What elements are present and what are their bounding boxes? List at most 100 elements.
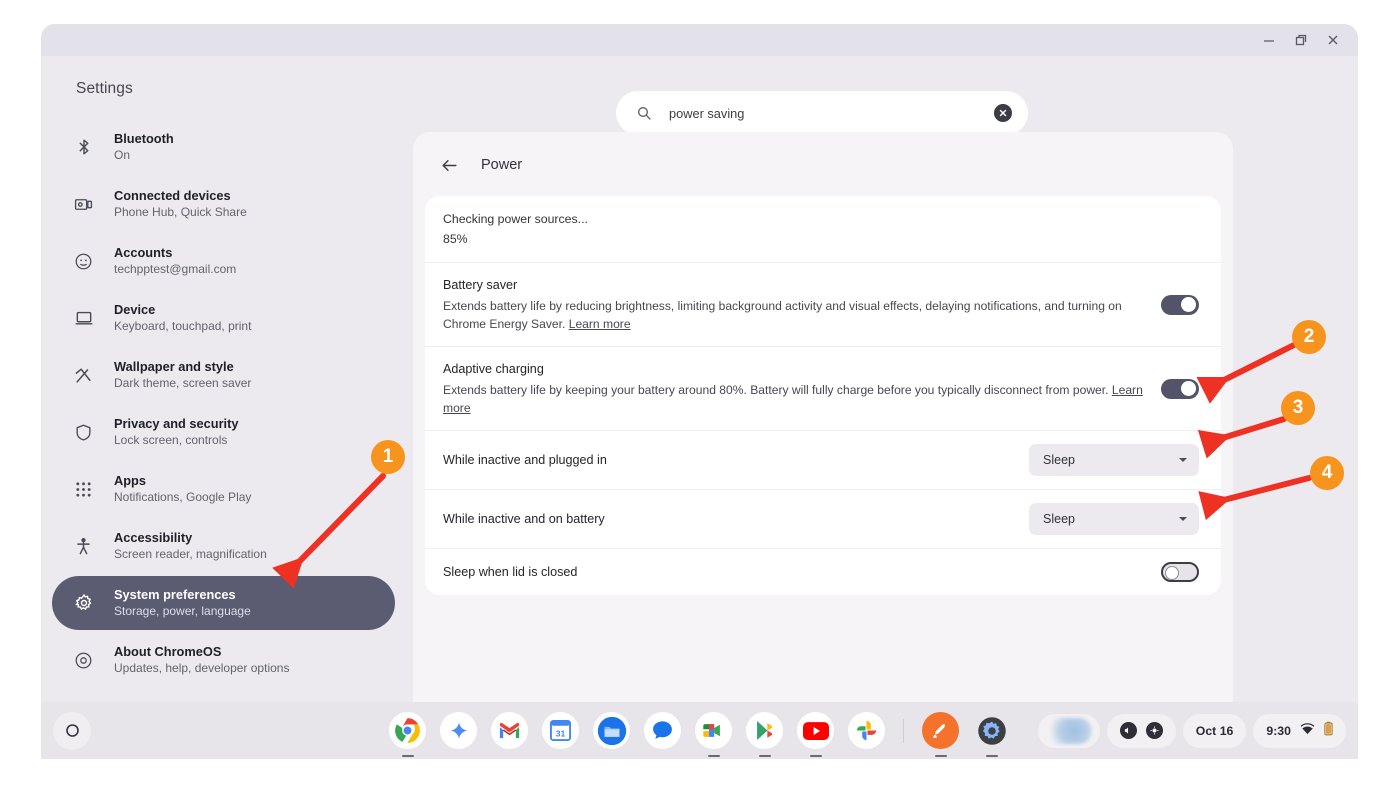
row-sleep-when-lid-closed[interactable]: Sleep when lid is closed — [425, 549, 1221, 595]
inactive-on-battery-title: While inactive and on battery — [443, 510, 1015, 529]
shelf-app-youtube[interactable] — [797, 712, 834, 749]
annotation-arrow-3 — [1204, 415, 1294, 450]
sidebar-item-sub: Updates, help, developer options — [114, 661, 289, 676]
page-header: Power — [413, 132, 1233, 196]
shelf-app-gmail[interactable] — [491, 712, 528, 749]
shelf-app-calendar[interactable]: 31 — [542, 712, 579, 749]
sidebar-item-about-chromeos[interactable]: About ChromeOS Updates, help, developer … — [52, 633, 395, 687]
shelf-app-canvas[interactable] — [922, 712, 959, 749]
shelf-app-play-store[interactable] — [746, 712, 783, 749]
battery-saver-toggle[interactable] — [1161, 295, 1199, 315]
brightness-icon[interactable] — [1146, 722, 1163, 739]
sidebar-item-wallpaper-and-style[interactable]: Wallpaper and style Dark theme, screen s… — [52, 348, 395, 402]
row-battery-saver[interactable]: Battery saver Extends battery life by re… — [425, 263, 1221, 347]
volume-icon[interactable] — [1120, 722, 1137, 739]
sidebar-item-sub: Lock screen, controls — [114, 433, 238, 448]
back-arrow-icon[interactable] — [438, 154, 460, 176]
search-icon — [636, 105, 652, 121]
search-input[interactable] — [669, 106, 977, 121]
search-bar[interactable] — [616, 91, 1028, 135]
restore-button[interactable] — [1286, 27, 1316, 53]
sidebar-item-sub: On — [114, 148, 174, 163]
sidebar-item-connected-devices[interactable]: Connected devices Phone Hub, Quick Share — [52, 177, 395, 231]
inactive-on-battery-value: Sleep — [1043, 512, 1075, 526]
power-settings-card: Checking power sources... 85% Battery sa… — [425, 196, 1221, 595]
laptop-icon — [73, 308, 94, 329]
avatar[interactable] — [1038, 714, 1100, 748]
sleep-when-lid-closed-title: Sleep when lid is closed — [443, 563, 1147, 582]
connected-devices-icon — [73, 194, 94, 215]
shelf-app-files[interactable] — [593, 712, 630, 749]
window-titlebar — [41, 24, 1358, 56]
shelf-app-gemini[interactable] — [440, 712, 477, 749]
account-icon — [73, 251, 94, 272]
bluetooth-icon — [73, 137, 94, 158]
battery-saver-description: Extends battery life by reducing brightn… — [443, 297, 1147, 333]
sidebar-item-privacy-and-security[interactable]: Privacy and security Lock screen, contro… — [52, 405, 395, 459]
shelf-app-settings[interactable] — [973, 712, 1010, 749]
adaptive-charging-description-text: Extends battery life by keeping your bat… — [443, 383, 1109, 397]
sidebar-item-device[interactable]: Device Keyboard, touchpad, print — [52, 291, 395, 345]
power-status-title: Checking power sources... — [443, 209, 1185, 229]
adaptive-charging-title: Adaptive charging — [443, 360, 1147, 379]
sidebar-item-sub: Screen reader, magnification — [114, 547, 267, 562]
annotation-badge-1: 1 — [371, 440, 405, 474]
sleep-when-lid-closed-toggle[interactable] — [1161, 562, 1199, 582]
annotation-badge-3: 3 — [1281, 391, 1315, 425]
adaptive-charging-toggle[interactable] — [1161, 379, 1199, 399]
row-adaptive-charging[interactable]: Adaptive charging Extends battery life b… — [425, 347, 1221, 431]
tray-status[interactable]: 9:30 — [1253, 714, 1346, 748]
row-inactive-plugged-in[interactable]: While inactive and plugged in Sleep — [425, 431, 1221, 490]
sidebar-item-sub: Storage, power, language — [114, 604, 251, 619]
tray-time-label: 9:30 — [1266, 724, 1291, 738]
shield-icon — [73, 422, 94, 443]
battery-saver-title: Battery saver — [443, 276, 1147, 295]
annotation-badge-4: 4 — [1310, 456, 1344, 490]
battery-icon[interactable] — [1324, 721, 1333, 741]
page-title: Power — [481, 157, 522, 173]
row-inactive-on-battery[interactable]: While inactive and on battery Sleep — [425, 490, 1221, 549]
sidebar-item-bluetooth[interactable]: Bluetooth On — [52, 120, 395, 174]
main-panel: Power Checking power sources... 85% Batt… — [413, 132, 1233, 730]
sidebar-item-label: About ChromeOS — [114, 644, 289, 659]
system-tray: Oct 16 9:30 — [1038, 714, 1346, 748]
settings-title: Settings — [41, 80, 413, 98]
inactive-on-battery-dropdown[interactable]: Sleep — [1029, 503, 1199, 535]
tray-date[interactable]: Oct 16 — [1183, 714, 1247, 748]
annotation-arrow-4 — [1204, 470, 1319, 512]
battery-saver-learn-more-link[interactable]: Learn more — [569, 317, 631, 331]
shelf-app-photos[interactable] — [848, 712, 885, 749]
annotation-arrow-2 — [1204, 340, 1304, 395]
wifi-icon[interactable] — [1300, 722, 1315, 740]
sidebar-item-label: Device — [114, 302, 251, 317]
sidebar-item-system-preferences[interactable]: System preferences Storage, power, langu… — [52, 576, 395, 630]
svg-text:31: 31 — [556, 728, 566, 738]
clear-search-icon[interactable] — [994, 104, 1012, 122]
accessibility-icon — [73, 536, 94, 557]
avatar-image — [1046, 718, 1092, 744]
tray-quick-icons[interactable] — [1107, 714, 1176, 748]
inactive-plugged-in-dropdown[interactable]: Sleep — [1029, 444, 1199, 476]
sidebar-item-sub: Keyboard, touchpad, print — [114, 319, 251, 334]
shelf-app-messages[interactable] — [644, 712, 681, 749]
minimize-button[interactable] — [1254, 27, 1284, 53]
inactive-plugged-in-title: While inactive and plugged in — [443, 451, 1015, 470]
sidebar-item-label: Connected devices — [114, 188, 247, 203]
sidebar-item-accounts[interactable]: Accounts techpptest@gmail.com — [52, 234, 395, 288]
chevron-down-icon — [1179, 517, 1187, 521]
chromeos-icon — [73, 650, 94, 671]
sidebar-item-label: Privacy and security — [114, 416, 238, 431]
row-power-status: Checking power sources... 85% — [425, 196, 1221, 263]
wallpaper-icon — [73, 365, 94, 386]
shelf: 31 — [41, 702, 1358, 759]
shelf-divider — [903, 719, 904, 743]
sidebar-item-sub: Notifications, Google Play — [114, 490, 251, 505]
sidebar-item-label: System preferences — [114, 587, 251, 602]
shelf-app-meet[interactable] — [695, 712, 732, 749]
shelf-app-chrome[interactable] — [389, 712, 426, 749]
sidebar-item-sub: Dark theme, screen saver — [114, 376, 251, 391]
settings-body: Settings Bluetooth On — [41, 56, 1358, 730]
adaptive-charging-description: Extends battery life by keeping your bat… — [443, 381, 1147, 417]
sidebar-item-sub: techpptest@gmail.com — [114, 262, 236, 277]
close-button[interactable] — [1318, 27, 1348, 53]
